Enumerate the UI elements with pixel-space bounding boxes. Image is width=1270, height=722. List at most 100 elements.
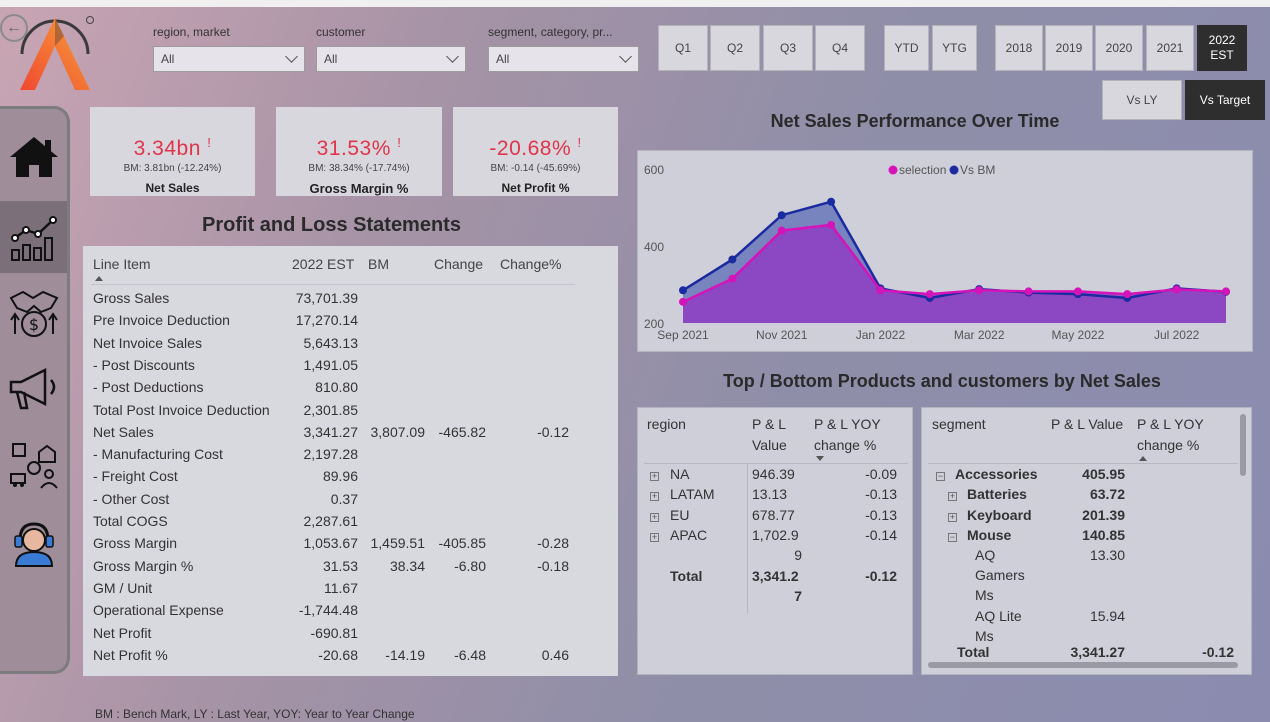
table-cell: -405.85 <box>438 535 486 552</box>
segment-name: Ms <box>975 587 994 603</box>
header-divider <box>644 463 908 464</box>
x-tick-label: Jul 2022 <box>1154 328 1200 342</box>
net-sales-chart: 200 400 600 Sep 2021 Nov 2021 Jan 2022 Mar 202… <box>637 150 1253 352</box>
table-cell: - Manufacturing Cost <box>93 446 223 463</box>
horizontal-scrollbar[interactable] <box>928 662 1238 668</box>
nav-marketing[interactable] <box>0 353 67 425</box>
col-header-2022-est[interactable]: 2022 EST <box>292 256 354 272</box>
year-2019-button[interactable]: 2019 <box>1045 25 1093 71</box>
col-header-pl-value-line2: Value <box>752 437 787 453</box>
kpi-number: 3.34bn <box>133 137 201 160</box>
kpi-net-profit: -20.68% ! BM: -0.14 (-45.69%) Net Profit… <box>453 107 618 196</box>
year-2022-est-button[interactable]: 2022 EST <box>1197 25 1247 71</box>
nav-supply-chain[interactable] <box>0 429 67 501</box>
table-cell: 38.34 <box>389 557 425 574</box>
table-row: Net Sales 3,341.27 3,807.09 -465.82 -0.12 <box>83 424 618 446</box>
q2-button[interactable]: Q2 <box>710 25 760 71</box>
segment-value: 201.39 <box>1082 507 1125 523</box>
collapse-icon[interactable]: − <box>948 533 957 542</box>
region-market-dropdown[interactable]: All <box>153 46 305 72</box>
col-header-pl-value[interactable]: P & L <box>752 416 786 432</box>
col-header-region[interactable]: region <box>647 416 686 432</box>
total-change: -0.12 <box>1202 644 1234 660</box>
expand-icon[interactable]: + <box>948 513 957 522</box>
col-header-line-item[interactable]: Line Item <box>93 256 151 272</box>
col-header-yoy[interactable]: P & L YOY <box>814 416 881 432</box>
point-selection <box>876 286 885 295</box>
table-row: Gross Sales 73,701.39 <box>83 290 618 312</box>
table-row: Operational Expense -1,744.48 <box>83 602 618 624</box>
header-divider <box>928 463 1238 464</box>
chevron-down-icon <box>446 50 459 63</box>
sort-asc-icon <box>95 276 103 281</box>
legend-marker <box>949 165 959 175</box>
expand-icon[interactable]: + <box>948 492 957 501</box>
kpi-value: -20.68% ! <box>453 135 618 161</box>
table-cell: 2,287.61 <box>303 513 359 529</box>
year-2021-button[interactable]: 2021 <box>1146 25 1194 71</box>
table-cell: -20.68 <box>318 646 358 663</box>
expand-icon[interactable]: + <box>650 533 659 543</box>
point-selection <box>1222 287 1230 296</box>
dropdown-value: All <box>324 52 338 66</box>
collapse-icon[interactable]: − <box>936 472 945 481</box>
legend-label: selection <box>899 163 946 177</box>
table-row: GM / Unit 11.67 <box>83 580 618 602</box>
region-value: 13.13 <box>752 486 788 503</box>
table-cell: 1,459.51 <box>370 535 426 552</box>
segment-dropdown[interactable]: All <box>488 46 639 72</box>
expand-icon[interactable]: + <box>650 492 659 502</box>
pl-table: Line Item 2022 EST BM Change Change% Gro… <box>83 246 618 676</box>
slicer-segment: segment, category, pr... All <box>488 25 639 72</box>
warning-flag: ! <box>577 135 582 150</box>
table-cell: 0.46 <box>541 646 569 663</box>
sort-asc-icon <box>1139 456 1147 461</box>
region-name: LATAM <box>670 486 715 503</box>
expand-icon[interactable]: + <box>650 472 659 481</box>
table-cell: - Post Deductions <box>93 379 204 396</box>
point-vs-bm <box>827 197 836 206</box>
q4-button[interactable]: Q4 <box>815 25 865 71</box>
region-change: -0.13 <box>865 486 897 503</box>
col-header-yoy[interactable]: P & L YOY <box>1137 416 1204 432</box>
segment-value: 13.30 <box>1089 547 1125 563</box>
nav-finance[interactable]: $ <box>0 277 67 349</box>
expand-icon[interactable]: + <box>650 512 659 522</box>
table-cell: 31.53 <box>322 557 358 574</box>
table-cell: 0.37 <box>330 490 358 507</box>
kpi-benchmark: BM: -0.14 (-45.69%) <box>490 163 581 174</box>
table-cell: Gross Sales <box>93 290 170 306</box>
total-label: Total <box>670 568 703 584</box>
segment-value: 63.72 <box>1089 486 1125 502</box>
ytg-button[interactable]: YTG <box>932 25 977 71</box>
point-selection <box>925 290 934 299</box>
kpi-number: -20.68% <box>489 137 572 160</box>
vs-target-button[interactable]: Vs Target <box>1185 80 1265 120</box>
q3-button[interactable]: Q3 <box>763 25 813 71</box>
column-divider <box>747 464 748 614</box>
dropdown-value: All <box>161 52 175 66</box>
segment-name: Keyboard <box>967 507 1032 523</box>
year-2018-button[interactable]: 2018 <box>995 25 1043 71</box>
year-2020-button[interactable]: 2020 <box>1095 25 1143 71</box>
col-header-bm[interactable]: BM <box>368 256 389 272</box>
customer-dropdown[interactable]: All <box>316 46 466 72</box>
ytd-button[interactable]: YTD <box>884 25 929 71</box>
nav-performance[interactable] <box>0 201 67 273</box>
col-header-segment[interactable]: segment <box>932 416 986 432</box>
net-sales-chart-svg: 200400600Sep 2021 Nov 2021 Jan 2022 Mar 202… <box>644 163 1230 342</box>
col-header-change-pct[interactable]: Change% <box>500 256 562 272</box>
col-header-change[interactable]: Change <box>434 256 483 272</box>
kpi-number: 31.53% <box>316 137 391 160</box>
vertical-scrollbar[interactable] <box>1240 414 1246 476</box>
segment-name: AQ <box>975 547 996 563</box>
q1-button[interactable]: Q1 <box>658 25 708 71</box>
point-selection <box>975 286 984 295</box>
nav-support[interactable] <box>0 507 67 579</box>
nav-home[interactable] <box>0 121 67 193</box>
table-row: - Manufacturing Cost 2,197.28 <box>83 446 618 468</box>
table-row: Pre Invoice Deduction 17,270.14 <box>83 312 618 334</box>
y-tick-label: 400 <box>644 240 664 254</box>
col-header-pl-value[interactable]: P & L Value <box>1051 416 1123 432</box>
pl-title: Profit and Loss Statements <box>202 214 461 236</box>
